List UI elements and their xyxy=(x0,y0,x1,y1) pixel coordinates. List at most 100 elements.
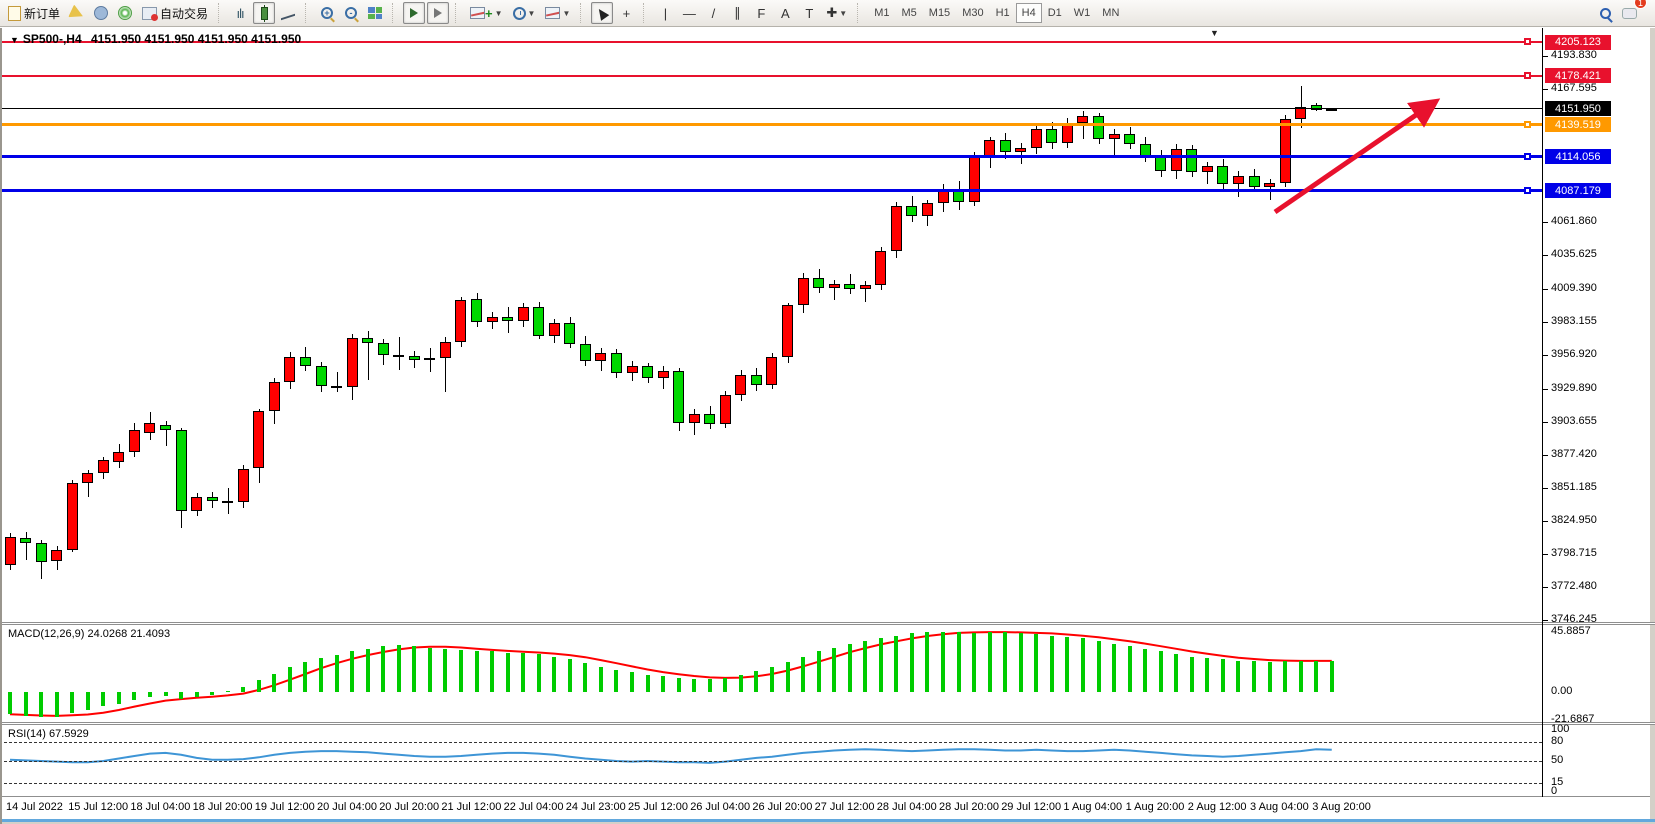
macd-histogram-bar xyxy=(8,692,12,714)
equidistant-channel-icon: ∥ xyxy=(734,5,741,21)
price-tick xyxy=(1543,222,1548,223)
new-order-button[interactable]: 新订单 xyxy=(4,2,64,24)
macd-histogram-bar xyxy=(770,667,774,692)
chart-shift-icon xyxy=(434,8,442,18)
timeframe-d1[interactable]: D1 xyxy=(1042,3,1068,23)
timeframe-m15[interactable]: M15 xyxy=(923,3,956,23)
crosshair-tool-button[interactable]: + xyxy=(615,2,637,24)
macd-histogram-bar xyxy=(475,651,479,692)
cone-icon xyxy=(68,4,86,22)
price-tick-label: 3956.920 xyxy=(1551,348,1597,360)
pane-separator[interactable] xyxy=(2,622,1655,625)
price-tick-label: 4193.830 xyxy=(1551,49,1597,61)
macd-histogram-bar xyxy=(1283,661,1287,692)
time-axis[interactable]: 14 Jul 202215 Jul 12:0018 Jul 04:0018 Ju… xyxy=(2,797,1542,819)
ohlc-values: 4151.950 4151.950 4151.950 4151.950 xyxy=(91,32,301,46)
trend-line-tool-button[interactable]: / xyxy=(702,2,724,24)
price-tick xyxy=(1543,255,1548,256)
search-button[interactable] xyxy=(1594,2,1616,24)
periods-button[interactable]: ▼ xyxy=(509,2,540,24)
macd-histogram-bar xyxy=(350,651,354,692)
time-axis-label: 20 Jul 04:00 xyxy=(317,801,377,813)
tile-windows-button[interactable] xyxy=(364,2,386,24)
zoom-in-button[interactable]: + xyxy=(316,2,338,24)
autotrade-button[interactable]: 自动交易 xyxy=(138,2,212,24)
timeframe-h4[interactable]: H4 xyxy=(1016,3,1042,23)
trend-arrow-annotation[interactable] xyxy=(2,28,1542,622)
price-tick-label: 4035.625 xyxy=(1551,248,1597,260)
macd-histogram-bar xyxy=(195,692,199,697)
timeframe-w1[interactable]: W1 xyxy=(1068,3,1097,23)
macd-histogram-bar xyxy=(817,651,821,692)
main-price-pane[interactable] xyxy=(2,28,1542,622)
line-chart-button[interactable] xyxy=(277,2,299,24)
price-tick xyxy=(1543,587,1548,588)
macd-histogram-bar xyxy=(614,670,618,692)
price-tick-label: 3929.890 xyxy=(1551,382,1597,394)
macd-histogram-bar xyxy=(832,648,836,692)
macd-histogram-bar xyxy=(661,676,665,692)
plus-icon: + xyxy=(485,6,493,21)
macd-histogram-bar xyxy=(490,651,494,692)
time-axis-label: 18 Jul 04:00 xyxy=(130,801,190,813)
horizontal-line-tool-button[interactable]: — xyxy=(678,2,700,24)
macd-histogram-bar xyxy=(1112,644,1116,692)
candlestick-chart-button[interactable] xyxy=(253,2,275,24)
text-label-tool-button[interactable]: T xyxy=(798,2,820,24)
fibonacci-tool-button[interactable]: F xyxy=(750,2,772,24)
price-tick-label: 3903.655 xyxy=(1551,415,1597,427)
channel-tool-button[interactable]: ∥ xyxy=(726,2,748,24)
macd-histogram-bar xyxy=(366,649,370,692)
bar-chart-button[interactable]: ılı xyxy=(229,2,251,24)
indicators-icon xyxy=(470,7,485,19)
new-order-label: 新订单 xyxy=(24,5,60,22)
pane-separator[interactable] xyxy=(2,722,1655,725)
price-tick-label: 4167.595 xyxy=(1551,82,1597,94)
macd-histogram-bar xyxy=(1252,661,1256,692)
rsi-axis-label: 50 xyxy=(1551,754,1563,766)
chevron-down-icon: ▼ xyxy=(839,9,847,18)
signals-button[interactable] xyxy=(114,2,136,24)
templates-button[interactable]: ▼ xyxy=(541,2,574,24)
chat-icon xyxy=(1622,8,1637,19)
timeframe-mn[interactable]: MN xyxy=(1096,3,1125,23)
trend-line-icon: / xyxy=(712,6,716,21)
macd-histogram-bar xyxy=(443,649,447,692)
macd-histogram-bar xyxy=(1097,641,1101,692)
price-tick-label: 3851.185 xyxy=(1551,481,1597,493)
rsi-pane[interactable] xyxy=(2,725,1542,795)
chevron-down-icon[interactable]: ▼ xyxy=(10,35,19,45)
text-icon: A xyxy=(781,6,790,21)
cone-button[interactable] xyxy=(66,2,88,24)
indicators-button[interactable]: +▼ xyxy=(466,2,507,24)
vertical-line-tool-button[interactable]: | xyxy=(654,2,676,24)
rsi-level-50 xyxy=(4,761,1542,762)
macd-histogram-bar xyxy=(910,633,914,692)
chart-title: ▼SP500-,H4 4151.950 4151.950 4151.950 41… xyxy=(10,32,301,46)
profile-button[interactable] xyxy=(90,2,112,24)
toolbar-separator xyxy=(392,3,397,23)
macd-histogram-bar xyxy=(1128,646,1132,692)
rsi-level-15 xyxy=(4,783,1542,784)
macd-histogram-bar xyxy=(319,658,323,692)
macd-pane[interactable] xyxy=(2,625,1542,722)
macd-histogram-bar xyxy=(537,654,541,692)
timeframe-m1[interactable]: M1 xyxy=(868,3,895,23)
chart-shift-marker[interactable]: ▼ xyxy=(1210,28,1219,38)
rsi-axis-label: 100 xyxy=(1551,723,1569,735)
chart-shift-button[interactable] xyxy=(427,2,449,24)
timeframe-m30[interactable]: M30 xyxy=(956,3,989,23)
arrows-tool-button[interactable]: ✚▼ xyxy=(822,2,851,24)
cursor-icon xyxy=(595,6,610,21)
timeframe-h1[interactable]: H1 xyxy=(990,3,1016,23)
text-tool-button[interactable]: A xyxy=(774,2,796,24)
macd-histogram-bar xyxy=(381,646,385,692)
bar-chart-icon: ılı xyxy=(236,7,243,20)
auto-scroll-button[interactable] xyxy=(403,2,425,24)
zoom-out-button[interactable]: - xyxy=(340,2,362,24)
macd-histogram-bar xyxy=(1065,637,1069,692)
cursor-tool-button[interactable] xyxy=(591,2,613,24)
macd-histogram-bar xyxy=(412,646,416,692)
notifications-button[interactable]: 1 xyxy=(1618,2,1641,24)
timeframe-m5[interactable]: M5 xyxy=(896,3,923,23)
